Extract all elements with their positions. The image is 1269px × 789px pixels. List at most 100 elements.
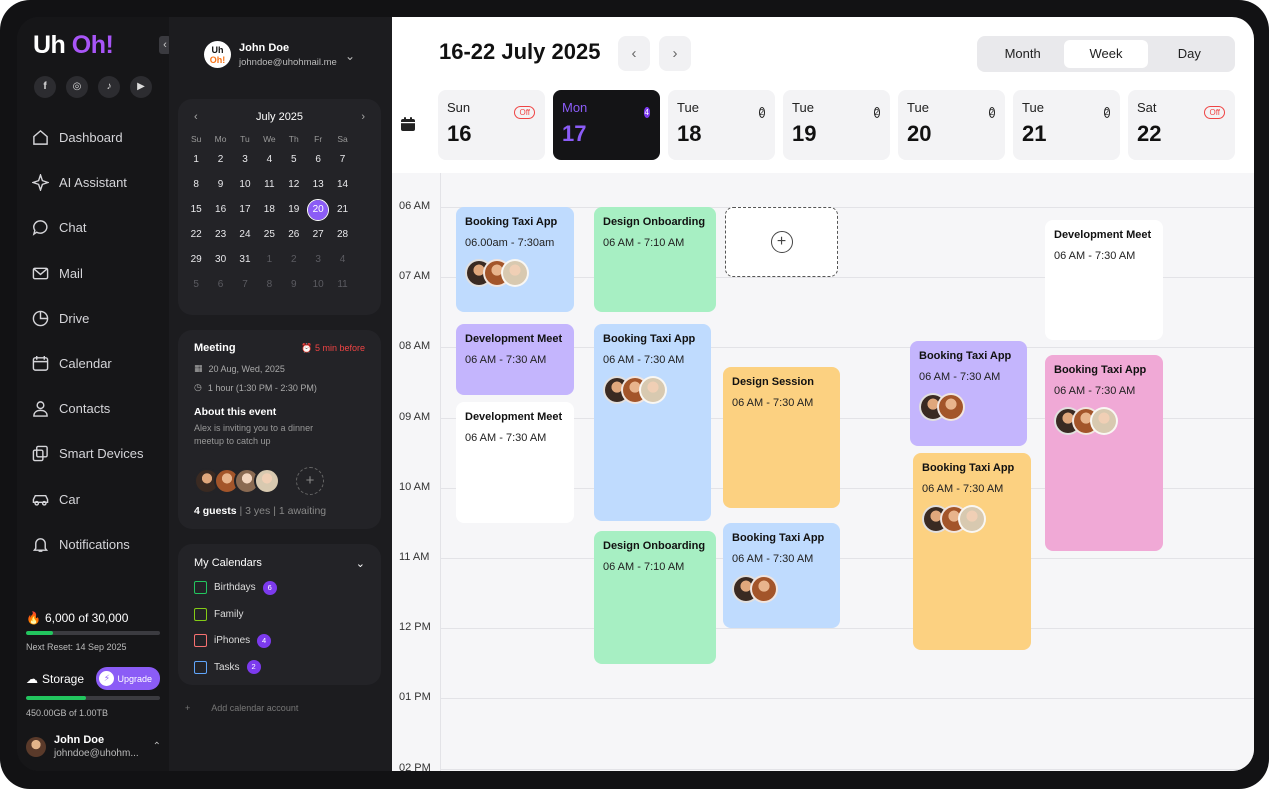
chevron-down-icon[interactable]: ⌄ (356, 557, 365, 570)
checkbox[interactable] (194, 607, 207, 621)
mini-calendar-day[interactable]: 3 (233, 147, 257, 172)
mini-calendar-day[interactable]: 2 (282, 247, 306, 272)
mini-calendar-day[interactable]: 8 (184, 172, 208, 197)
prev-week-button[interactable]: ‹ (618, 36, 650, 71)
nav-item-mail[interactable]: Mail (31, 251, 144, 296)
mini-calendar-day[interactable]: 4 (257, 147, 281, 172)
mini-calendar-day[interactable]: 9 (208, 172, 232, 197)
nav-item-chat[interactable]: Chat (31, 205, 144, 250)
event-card[interactable]: Booking Taxi App 06 AM - 7:30 AM (723, 523, 840, 628)
facebook-icon[interactable]: f (34, 76, 56, 98)
event-card[interactable]: Booking Taxi App 06 AM - 7:30 AM (594, 324, 711, 521)
mini-calendar-day[interactable]: 6 (306, 147, 330, 172)
mini-calendar-day[interactable]: 5 (282, 147, 306, 172)
mini-calendar-day[interactable]: 1 (184, 147, 208, 172)
mini-calendar-day[interactable]: 14 (330, 172, 354, 197)
add-calendar-account[interactable]: + Add calendar account (185, 703, 298, 713)
checkbox[interactable] (194, 660, 207, 674)
view-day-button[interactable]: Day (1148, 40, 1231, 68)
event-card[interactable]: Development Meet 06 AM - 7:30 AM (456, 402, 574, 523)
view-week-button[interactable]: Week (1064, 40, 1148, 68)
mini-calendar-day[interactable]: 28 (330, 222, 354, 247)
mini-calendar-day[interactable]: 6 (208, 272, 232, 297)
mini-calendar-day[interactable]: 18 (257, 197, 281, 222)
view-month-button[interactable]: Month (981, 40, 1064, 68)
day-header[interactable]: Tue 19 2 (783, 90, 890, 160)
mini-calendar-day[interactable]: 30 (208, 247, 232, 272)
event-card[interactable]: Development Meet 06 AM - 7:30 AM (1045, 220, 1163, 340)
calendar-item-tasks[interactable]: Tasks 2 (194, 655, 365, 681)
instagram-icon[interactable]: ◎ (66, 76, 88, 98)
day-header[interactable]: Tue 21 2 (1013, 90, 1120, 160)
mini-calendar-day[interactable]: 10 (306, 272, 330, 297)
checkbox[interactable] (194, 581, 207, 595)
meeting-card[interactable]: Meeting ⏰ 5 min before ▦ 20 Aug, Wed, 2025… (178, 330, 381, 529)
mini-calendar-day[interactable]: 7 (330, 147, 354, 172)
day-header[interactable]: Sun 16 Off (438, 90, 545, 160)
mini-calendar-day[interactable]: 21 (330, 197, 354, 222)
add-event-slot[interactable]: + (725, 207, 838, 277)
mini-calendar-day[interactable]: 19 (282, 197, 306, 222)
event-card[interactable]: Booking Taxi App 06.00am - 7:30am (456, 207, 574, 312)
mini-calendar-day[interactable]: 1 (257, 247, 281, 272)
day-header[interactable]: Tue 20 2 (898, 90, 1005, 160)
nav-item-dashboard[interactable]: Dashboard (31, 115, 144, 160)
event-card[interactable]: Design Onboarding 06 AM - 7:10 AM (594, 207, 716, 312)
mini-calendar-day[interactable]: 8 (257, 272, 281, 297)
event-card[interactable]: Booking Taxi App 06 AM - 7:30 AM (913, 453, 1031, 650)
mini-calendar-day[interactable]: 25 (257, 222, 281, 247)
tiktok-icon[interactable]: ♪ (98, 76, 120, 98)
mini-calendar-day[interactable]: 22 (184, 222, 208, 247)
mini-calendar-day[interactable]: 29 (184, 247, 208, 272)
nav-item-smart-devices[interactable]: Smart Devices (31, 431, 144, 476)
mini-calendar-day[interactable]: 24 (233, 222, 257, 247)
mini-calendar-day[interactable]: 13 (306, 172, 330, 197)
event-card[interactable]: Design Session 06 AM - 7:30 AM (723, 367, 840, 508)
mini-calendar-day[interactable]: 10 (233, 172, 257, 197)
youtube-icon[interactable]: ▶ (130, 76, 152, 98)
mini-calendar-day[interactable]: 17 (233, 197, 257, 222)
mini-calendar-day[interactable]: 20 (306, 197, 330, 222)
mini-calendar-day[interactable]: 15 (184, 197, 208, 222)
nav-item-contacts[interactable]: Contacts (31, 386, 144, 431)
calendar-item-family[interactable]: Family (194, 602, 365, 628)
mini-calendar-day[interactable]: 4 (330, 247, 354, 272)
mini-calendar-day[interactable]: 26 (282, 222, 306, 247)
add-guest-button[interactable]: + (296, 467, 324, 495)
profile-header[interactable]: Uh Oh! John Doe johndoe@uhohmail.me ⌄ (204, 41, 355, 68)
mini-calendar-day[interactable]: 7 (233, 272, 257, 297)
mini-calendar-day[interactable]: 27 (306, 222, 330, 247)
chevron-down-icon[interactable]: ⌄ (345, 49, 355, 63)
app-logo[interactable]: Uh Oh! (33, 31, 114, 60)
next-month-button[interactable]: › (361, 111, 365, 123)
calendar-item-iphones[interactable]: iPhones 4 (194, 628, 365, 654)
day-header[interactable]: Sat 22 Off (1128, 90, 1235, 160)
mini-calendar-day[interactable]: 11 (330, 272, 354, 297)
account-switcher[interactable]: John Doe johndoe@uhohm... ⌃ (26, 734, 161, 759)
mini-calendar-day[interactable]: 9 (282, 272, 306, 297)
next-week-button[interactable]: › (659, 36, 691, 71)
event-card[interactable]: Booking Taxi App 06 AM - 7:30 AM (910, 341, 1027, 446)
calendar-item-birthdays[interactable]: Birthdays 6 (194, 575, 365, 601)
mini-calendar-day[interactable]: 31 (233, 247, 257, 272)
nav-item-car[interactable]: Car (31, 477, 144, 522)
event-card[interactable]: Booking Taxi App 06 AM - 7:30 AM (1045, 355, 1163, 551)
mini-calendar-day[interactable]: 5 (184, 272, 208, 297)
mini-calendar-day[interactable]: 12 (282, 172, 306, 197)
event-card[interactable]: Design Onboarding 06 AM - 7:10 AM (594, 531, 716, 664)
mini-calendar-day[interactable]: 2 (208, 147, 232, 172)
nav-item-drive[interactable]: Drive (31, 296, 144, 341)
mini-calendar-day[interactable]: 3 (306, 247, 330, 272)
mini-calendar-day[interactable]: 11 (257, 172, 281, 197)
event-card[interactable]: Development Meet 06 AM - 7:30 AM (456, 324, 574, 395)
mini-calendar-day[interactable]: 16 (208, 197, 232, 222)
nav-item-notifications[interactable]: Notifications (31, 522, 144, 567)
upgrade-button[interactable]: ⚡ Upgrade (96, 667, 160, 690)
day-header[interactable]: Tue 18 2 (668, 90, 775, 160)
nav-item-ai-assistant[interactable]: AI Assistant (31, 160, 144, 205)
checkbox[interactable] (194, 634, 207, 648)
prev-month-button[interactable]: ‹ (194, 111, 198, 123)
nav-item-calendar[interactable]: Calendar (31, 341, 144, 386)
mini-calendar-day[interactable]: 23 (208, 222, 232, 247)
day-header[interactable]: Mon 17 4 (553, 90, 660, 160)
